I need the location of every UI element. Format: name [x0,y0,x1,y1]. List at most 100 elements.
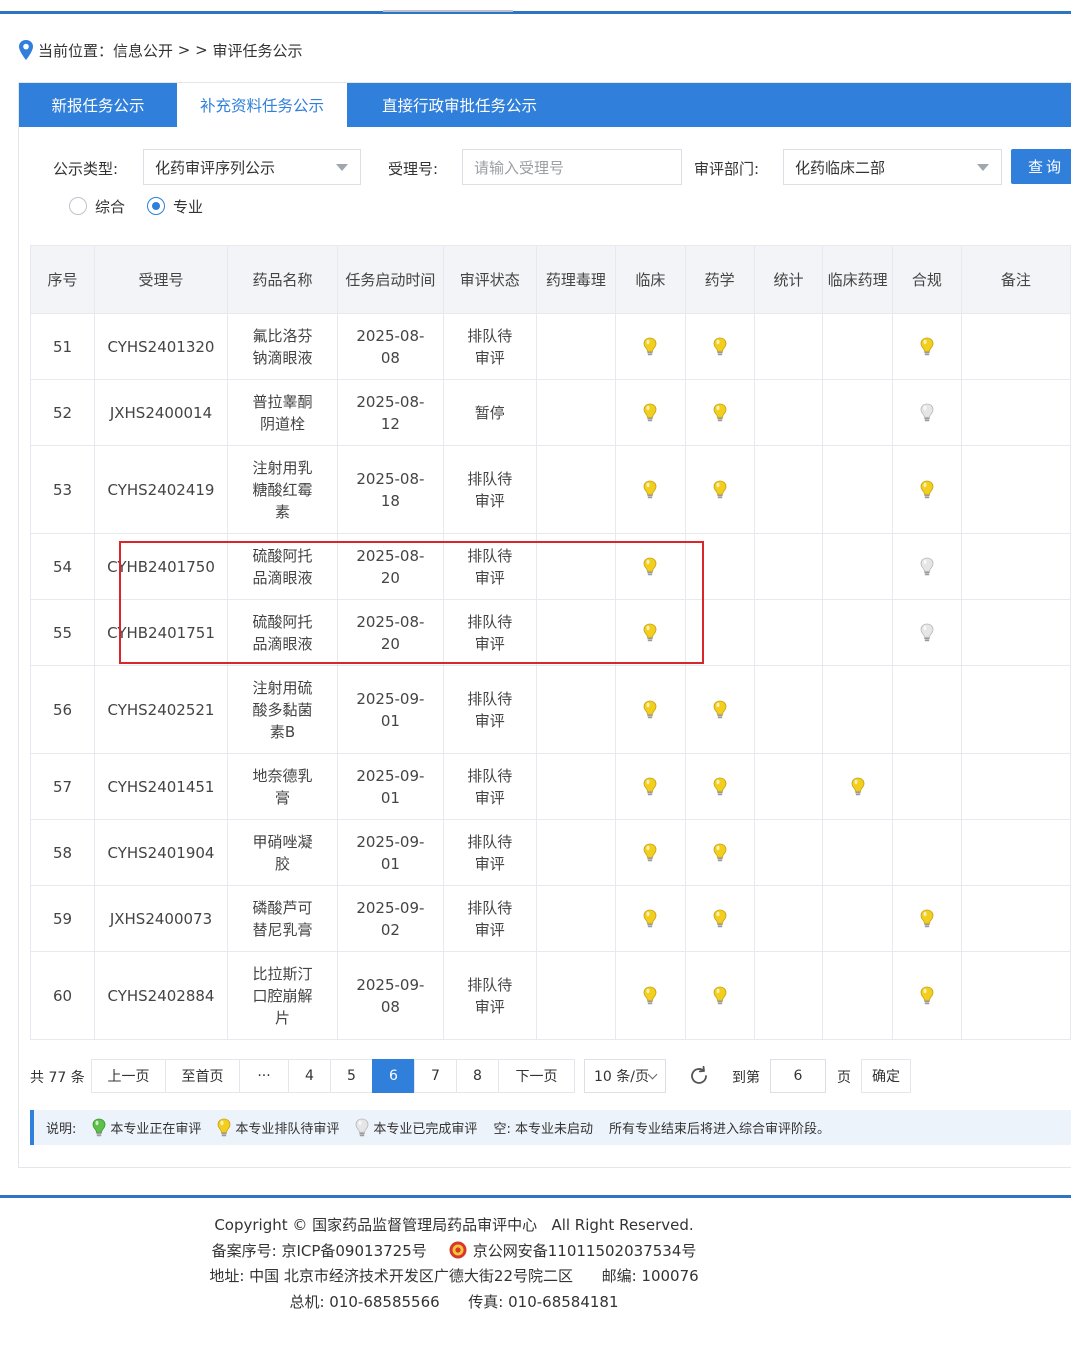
table-row[interactable]: 57 CYHS2401451 地奈德乳膏 2025-09-01 排队待审评 [30,753,1071,820]
pager-ellipsis[interactable]: ··· [239,1059,289,1093]
cell-status-text: 排队待审评 [467,326,513,367]
cell-start-time: 2025-09-02 [337,885,444,952]
cell-drug-name: 硫酸阿托品滴眼液 [227,533,339,600]
goto-page-input[interactable]: 6 [770,1059,826,1093]
next-page-button[interactable]: 下一页 [498,1059,575,1093]
radio-comprehensive[interactable]: 综合 [69,196,125,217]
cell-start-time: 2025-09-01 [337,753,444,820]
cell-accept-number-text: CYHS2401904 [107,843,215,862]
tab-new-task[interactable]: 新报任务公示 [19,83,177,127]
cell-status: 排队待审评 [442,599,537,666]
cell-pharm-tox [535,379,617,446]
header-col-notes: 备注 [960,245,1071,314]
cell-drug-name: 地奈德乳膏 [227,753,339,820]
cell-status: 排队待审评 [442,819,537,886]
cell-seq-text: 52 [52,403,73,422]
cell-drug-name: 磷酸芦可替尼乳膏 [227,885,339,952]
cell-notes [960,753,1071,820]
table-row[interactable]: 53 CYHS2402419 注射用乳糖酸红霉素 2025-08-18 排队待审评 [30,445,1071,534]
cell-pharm-tox [535,533,617,600]
cell-notes [960,885,1071,952]
page-8-button[interactable]: 8 [456,1059,499,1093]
type-select[interactable]: 化药审评序列公示 [143,149,361,185]
cell-clinical-pharm [822,951,894,1040]
table-row[interactable]: 55 CYHB2401751 硫酸阿托品滴眼液 2025-08-20 排队待审评 [30,599,1071,666]
table-row[interactable]: 60 CYHS2402884 比拉斯汀口腔崩解片 2025-09-08 排队待审评 [30,951,1071,1040]
yellow-bulb-icon [643,337,657,357]
page-6-button[interactable]: 6 [372,1059,415,1093]
cell-status: 排队待审评 [442,445,537,534]
cell-accept-number: CYHS2402884 [93,951,229,1040]
cell-drug-name: 普拉睾酮阴道栓 [227,379,339,446]
cell-accept-number-text: CYHB2401750 [107,557,215,576]
table-row[interactable]: 59 JXHS2400073 磷酸芦可替尼乳膏 2025-09-02 排队待审评 [30,885,1071,952]
cell-pharmacy [684,313,755,380]
yellow-bulb-icon [713,777,727,797]
caret-down-icon [977,164,989,171]
cell-statistics [753,313,824,380]
cell-start-time-text: 2025-09-08 [356,975,425,1016]
cell-notes [960,379,1071,446]
breadcrumb-item-info[interactable]: 信息公开 [113,40,173,61]
cell-pharmacy [684,951,755,1040]
table-row[interactable]: 56 CYHS2402521 注射用硫酸多黏菌素B 2025-09-01 排队待审评 [30,665,1071,754]
cell-accept-number: CYHB2401750 [93,533,229,600]
cell-status-text: 排队待审评 [467,898,513,939]
cell-start-time: 2025-09-08 [337,951,444,1040]
yellow-bulb-icon [643,480,657,500]
yellow-bulb-icon [713,700,727,720]
cell-start-time: 2025-08-20 [337,599,444,666]
cell-seq: 59 [30,885,95,952]
table-row[interactable]: 52 JXHS2400014 普拉睾酮阴道栓 2025-08-12 暂停 [30,379,1071,446]
dept-select[interactable]: 化药临床二部 [783,149,1002,185]
prev-page-button[interactable]: 上一页 [91,1059,166,1093]
cell-statistics [753,819,824,886]
radio-professional[interactable]: 专业 [147,196,203,217]
refresh-icon[interactable] [688,1065,710,1087]
cell-seq: 55 [30,599,95,666]
table-row[interactable]: 58 CYHS2401904 甲硝唑凝胶 2025-09-01 排队待审评 [30,819,1071,886]
police-emblem-icon [449,1241,467,1259]
cell-drug-name-text: 比拉斯汀口腔崩解片 [252,964,313,1027]
cell-pharmacy [684,445,755,534]
cell-compliance [892,951,962,1040]
cell-pharm-tox [535,885,617,952]
first-page-button[interactable]: 至首页 [165,1059,240,1093]
yellow-bulb-icon [713,986,727,1006]
tab-supplementary-task[interactable]: 补充资料任务公示 [177,83,347,127]
table-row[interactable]: 54 CYHB2401750 硫酸阿托品滴眼液 2025-08-20 排队待审评 [30,533,1071,600]
cell-compliance [892,313,962,380]
page-4-button[interactable]: 4 [288,1059,331,1093]
cell-notes [960,819,1071,886]
cell-seq-text: 53 [52,480,73,499]
confirm-button[interactable]: 确定 [861,1059,911,1093]
header-col-pharm-tox: 药理毒理 [535,245,617,314]
footer-police[interactable]: 京公网安备11011502037534号 [473,1240,697,1261]
yellow-bulb-icon [713,843,727,863]
tab-direct-approval-task[interactable]: 直接行政审批任务公示 [347,83,572,127]
top-border-accent [383,10,513,12]
page-7-button[interactable]: 7 [414,1059,457,1093]
cell-drug-name-text: 普拉睾酮阴道栓 [252,392,313,433]
legend-yellow-text: 本专业排队待审评 [235,1122,340,1137]
legend-note: 所有专业结束后将进入综合审评阶段。 [608,1122,830,1137]
goto-label: 到第 [732,1070,760,1086]
table-row[interactable]: 51 CYHS2401320 氟比洛芬钠滴眼液 2025-08-08 排队待审评 [30,313,1071,380]
accept-number-input[interactable]: 请输入受理号 [462,149,682,185]
yellow-bulb-icon [643,843,657,863]
cell-accept-number: CYHS2401320 [93,313,229,380]
cell-clinical-pharm [822,599,894,666]
cell-drug-name-text: 注射用乳糖酸红霉素 [252,458,313,521]
header-col-drug-name: 药品名称 [227,245,339,314]
legend-green: 本专业正在审评 [92,1118,201,1138]
cell-seq: 56 [30,665,95,754]
cell-compliance [892,379,962,446]
cell-drug-name-text: 硫酸阿托品滴眼液 [252,612,313,653]
page-5-button[interactable]: 5 [330,1059,373,1093]
cell-compliance [892,819,962,886]
query-button[interactable]: 查询 [1011,149,1071,184]
cell-notes [960,445,1071,534]
footer-icp[interactable]: 备案序号: 京ICP备09013725号 [212,1240,427,1261]
cell-seq-text: 55 [52,623,73,642]
page-size-select[interactable]: 10 条/页 [584,1059,666,1093]
